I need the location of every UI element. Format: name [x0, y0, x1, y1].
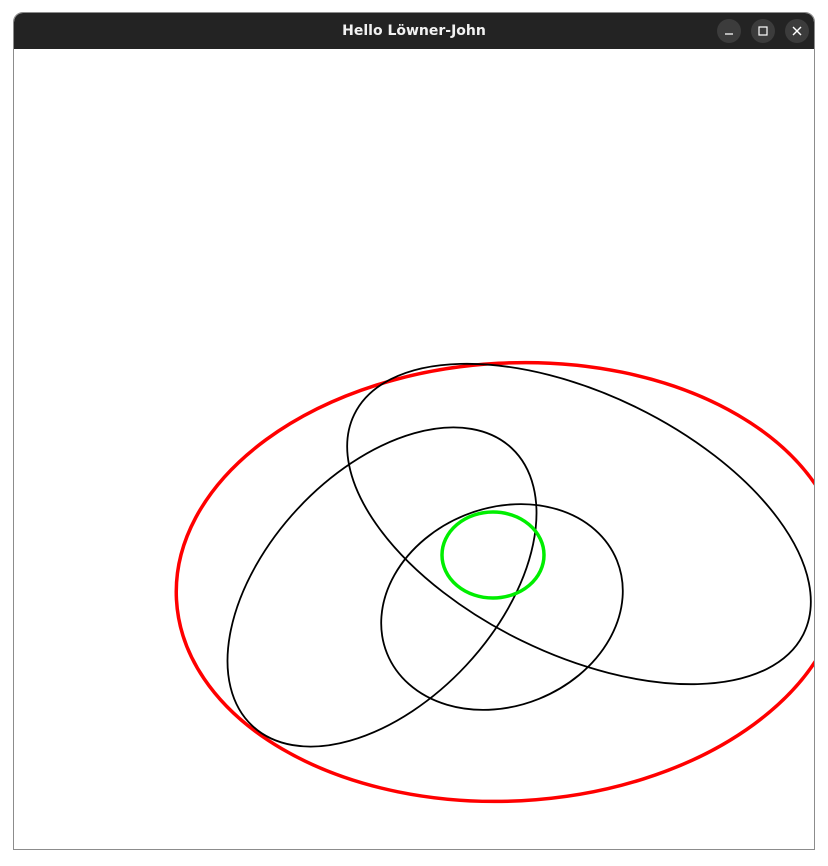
- maximize-button[interactable]: [751, 19, 775, 43]
- drawing-canvas[interactable]: [14, 49, 814, 849]
- maximize-icon: [758, 26, 768, 36]
- app-window: Hello Löwner-John: [13, 12, 815, 850]
- input-ellipse: [380, 503, 624, 711]
- inner-ellipse: [440, 510, 546, 600]
- close-button[interactable]: [785, 19, 809, 43]
- ellipse-drawing: [174, 360, 814, 804]
- close-icon: [792, 26, 802, 36]
- title-bar[interactable]: Hello Löwner-John: [14, 13, 814, 49]
- window-title: Hello Löwner-John: [342, 23, 486, 39]
- minimize-button[interactable]: [717, 19, 741, 43]
- outer-ellipse: [174, 360, 814, 804]
- input-ellipse: [346, 362, 812, 686]
- minimize-icon: [725, 33, 733, 35]
- input-ellipse: [226, 426, 538, 748]
